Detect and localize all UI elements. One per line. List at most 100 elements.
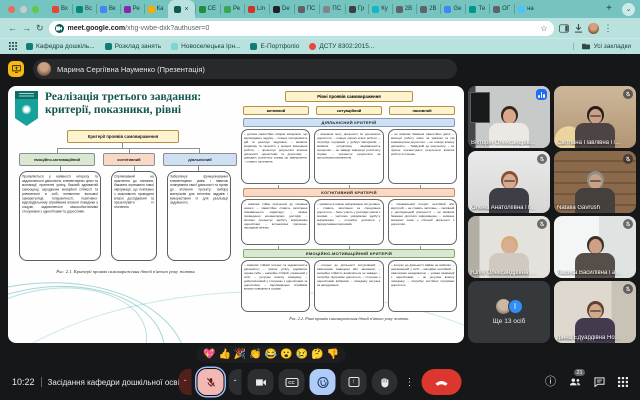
browser-menu-icon[interactable]: ⋮ [604,23,613,34]
bookmark-favicon [26,43,33,50]
more-participants-tile[interactable]: ІЩе 13 осіб [468,281,550,343]
reaction-emoji-2[interactable]: 🎉 [234,350,246,360]
tab-favicon [469,6,476,13]
raise-hand-button[interactable] [372,369,398,395]
browser-tab-13[interactable]: Ку [368,0,392,18]
participant-tile-3[interactable]: Natalia Gavrush [554,151,636,213]
activities-grid-icon[interactable] [618,377,628,387]
bookmarks-list: Кафедра дошкіль... Розклад занять Новоселе… [26,43,374,50]
apps-grid-icon[interactable] [9,42,17,50]
cells-activity: – дитина самостійно обирає матеріали, що… [241,129,457,184]
chat-icon[interactable] [594,377,605,387]
participant-tile-1[interactable]: Світлана Павлівна Пол... [554,86,636,148]
participant-name: Юлія Олександрівна Ро... [471,270,537,276]
browser-tab-4[interactable]: Ка [144,0,168,18]
participant-tile-2[interactable]: Олена Анатоліївна Пол... [468,151,550,213]
bookmark-0[interactable]: Кафедра дошкіль... [26,43,95,50]
bookmark-4[interactable]: ДСТУ 8302:2015... [309,43,374,50]
all-bookmarks[interactable]: Усі закладки [573,43,631,50]
browser-tab-2[interactable]: Вк [96,0,120,18]
address-bar[interactable]: meet.google.com/xhg-vwbe-dxk?authuser=0 … [49,21,554,36]
back-icon[interactable]: ← [8,24,17,33]
end-call-button[interactable] [422,369,462,395]
participants-icon[interactable]: 21 [569,377,581,387]
end-call-icon [435,379,449,386]
minimize-window-button[interactable] [20,6,27,13]
reaction-emoji-4[interactable]: 😂 [265,350,277,360]
reaction-emoji-5[interactable]: 😮 [280,350,292,360]
tab-favicon [100,6,107,13]
browser-tab-5[interactable]: × [168,0,195,18]
downloads-icon[interactable] [574,24,583,33]
mic-options-chevron[interactable]: ⌃ [179,369,192,395]
side-panel-icon[interactable] [559,24,569,33]
camera-options-chevron[interactable]: ⌃ [229,369,242,395]
browser-tab-19[interactable]: на [514,0,538,18]
browser-tab-17[interactable]: Те [465,0,489,18]
tab-favicon [52,6,59,13]
browser-tab-11[interactable]: ПС [319,0,345,18]
bookmark-star-icon[interactable]: ☆ [540,24,547,33]
level-cell-0-1: – визначає мету діяльності за допомогою … [314,129,383,184]
camera-button[interactable] [248,369,274,395]
criteria-flowchart: Критерії проявів самовираження емоційно-… [15,130,237,282]
reaction-emoji-0[interactable]: 💖 [203,350,215,360]
hand-icon [379,377,390,388]
bookmark-1[interactable]: Розклад занять [105,43,162,50]
meeting-info-icon[interactable]: ⓘ [545,377,556,388]
participant-tile-5[interactable]: Лариса Василівна Гар... [554,216,636,278]
forward-icon[interactable]: → [22,24,31,33]
new-tab-button[interactable]: + [601,0,617,18]
profile-avatar[interactable] [588,23,599,34]
level-active: активний [243,106,309,115]
tab-favicon [224,6,231,13]
reload-icon[interactable]: ↻ [36,24,44,33]
browser-tab-9[interactable]: De [269,0,294,18]
participant-tile-7[interactable]: Ірина Едуардівна Ново... [554,281,636,343]
browser-tab-0[interactable]: Вх [48,0,72,18]
tab-favicon [76,6,83,13]
mic-mute-button[interactable] [198,369,224,395]
shared-presentation-slide: Реалізація третього завдання: критерії, … [8,86,464,343]
browser-tab-1[interactable]: Вс [72,0,96,18]
more-count-label: Ще 13 осіб [493,318,526,325]
cells-emotional: – виявляє стійкий інтерес та задоволеніс… [241,260,457,312]
tabs-container: ВхВсВкРеКа×СЕРеLinDeПСПСГрКу2В2ВGeТеОГна [48,0,601,18]
captions-button[interactable]: CC [279,369,305,395]
browser-tab-7[interactable]: Ре [220,0,244,18]
browser-tab-12[interactable]: Гр [345,0,368,18]
browser-tab-6[interactable]: СЕ [195,0,220,18]
window-controls[interactable] [8,6,39,13]
reaction-emoji-6[interactable]: 😢 [296,350,308,360]
bookmark-2[interactable]: Новоселецька Ірн... [171,43,240,50]
bookmark-favicon [105,43,112,50]
browser-tab-8[interactable]: Lin [244,0,269,18]
bookmark-3[interactable]: Е-Портфоліо [250,43,299,50]
presentation-active-icon[interactable] [8,61,24,77]
present-button[interactable]: ↑ [341,369,367,395]
maximize-window-button[interactable] [32,6,39,13]
meet-favicon [55,24,64,33]
reaction-emoji-8[interactable]: 👎 [327,350,339,360]
tab-strip: ВхВсВкРеКа×СЕРеLinDeПСПСГрКу2В2ВGeТеОГна… [0,0,640,18]
more-options-button[interactable]: ⋮ [403,377,417,388]
reaction-emoji-3[interactable]: 👏 [249,350,261,360]
reaction-emoji-1[interactable]: 👍 [218,350,230,360]
browser-tab-16[interactable]: Ge [440,0,465,18]
tab-favicon [372,6,379,13]
reaction-emoji-7[interactable]: 🤔 [311,350,323,360]
browser-tab-15[interactable]: 2В [416,0,440,18]
browser-tab-10[interactable]: ПС [294,0,320,18]
tab-close-icon[interactable]: × [185,6,189,13]
reactions-bar: 💖👍 🎉👏 😂😮 😢🤔 👎 [196,346,346,363]
bookmark-favicon [250,43,257,50]
browser-tab-14[interactable]: 2В [392,0,416,18]
browser-tab-18[interactable]: ОГ [489,0,514,18]
reactions-button[interactable] [310,369,336,395]
participant-tile-4[interactable]: Юлія Олександрівна Ро... [468,216,550,278]
participant-name: Олена Анатоліївна Пол... [471,205,537,211]
participant-tile-0[interactable]: Вікторія Олександрів... [468,86,550,148]
tab-list-chevron-icon[interactable]: ⌄ [622,3,635,16]
browser-tab-3[interactable]: Ре [120,0,144,18]
close-window-button[interactable] [8,6,15,13]
